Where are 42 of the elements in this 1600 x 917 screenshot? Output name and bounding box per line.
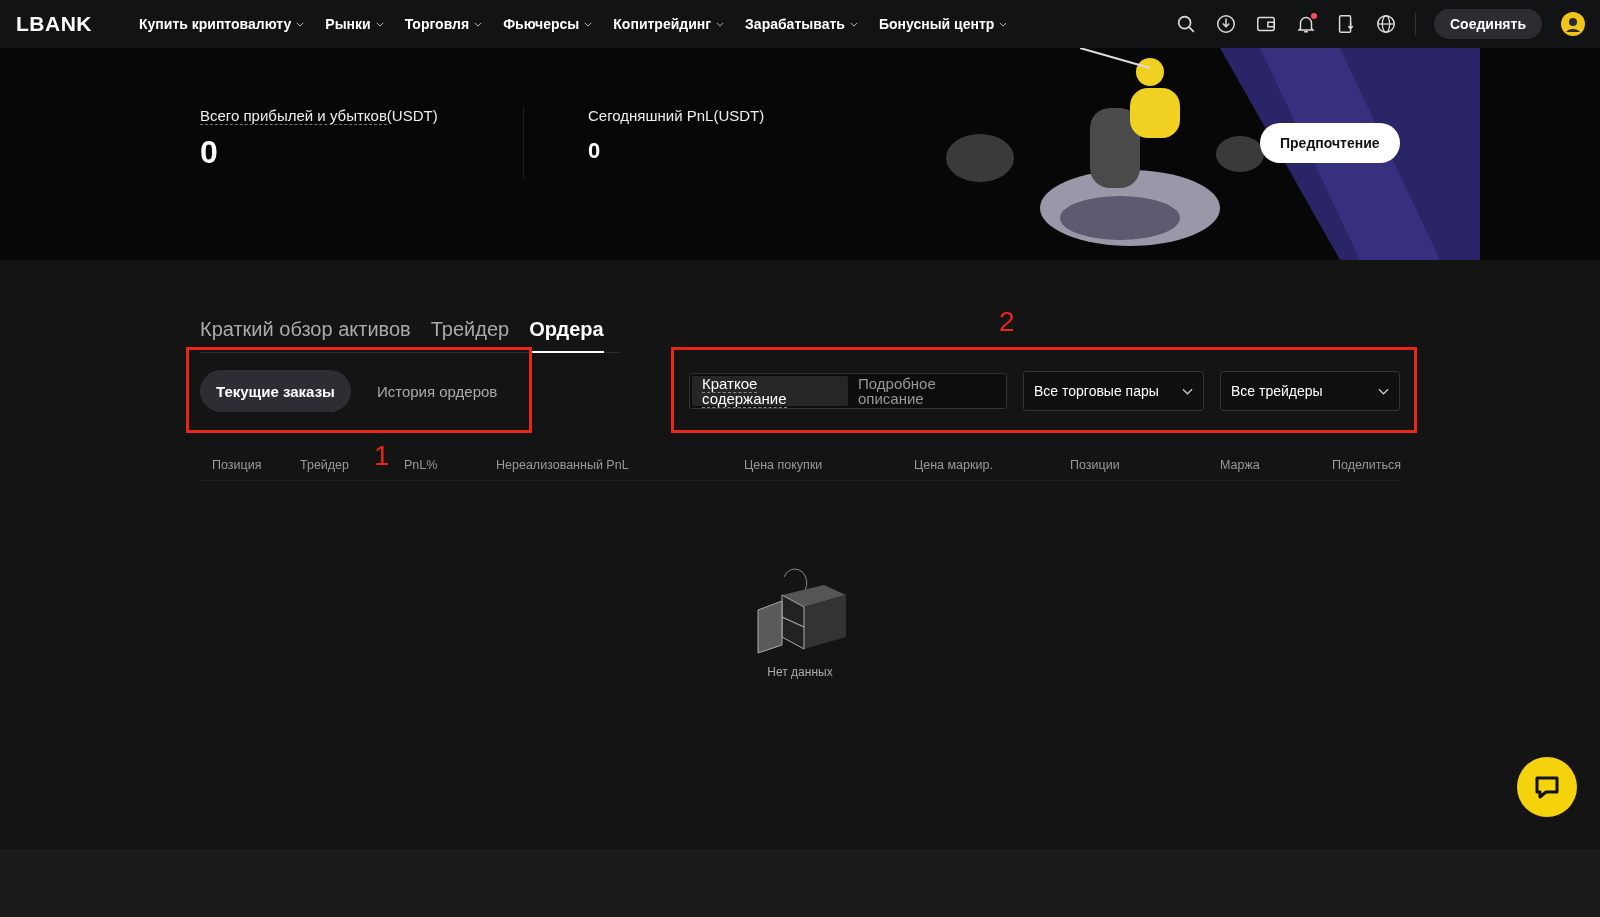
nav-menu-item[interactable]: Купить криптовалюту bbox=[139, 16, 305, 32]
filter-dropdown[interactable]: Все трейдеры bbox=[1220, 371, 1400, 411]
globe-icon[interactable] bbox=[1374, 13, 1397, 35]
nav-menu-item[interactable]: Копитрейдинг bbox=[613, 16, 725, 32]
view-toggle-option[interactable]: Подробное описание bbox=[848, 376, 1004, 406]
nav-menu-item[interactable]: Рынки bbox=[325, 16, 384, 32]
nav-menu-item[interactable]: Торговля bbox=[404, 16, 483, 32]
order-type-tab[interactable]: История ордеров bbox=[360, 370, 514, 412]
avatar-icon[interactable] bbox=[1560, 11, 1586, 37]
stat-label: Всего прибылей и убытков(USDT) bbox=[200, 107, 439, 124]
column-header: Позиция bbox=[212, 458, 263, 472]
chat-button[interactable] bbox=[1517, 757, 1577, 817]
caret-icon bbox=[1378, 387, 1389, 395]
download-icon[interactable] bbox=[1214, 13, 1237, 35]
column-header: Маржа bbox=[1220, 458, 1261, 472]
tab[interactable]: Краткий обзор активов bbox=[200, 318, 411, 353]
stat-label: Сегодняшний PnL(USDT) bbox=[588, 107, 766, 124]
annotation-number: 1 bbox=[374, 440, 390, 472]
annotation-number: 2 bbox=[999, 306, 1015, 338]
stat-value: 0 bbox=[588, 138, 602, 164]
column-header: PnL% bbox=[404, 458, 439, 472]
view-toggle-option[interactable]: Краткое содержание bbox=[692, 376, 848, 406]
empty-cabinet-icon bbox=[754, 565, 846, 655]
empty-state-text: Нет данных bbox=[767, 665, 833, 679]
nav-menu-item[interactable]: Фьючерсы bbox=[503, 16, 593, 32]
caret-icon bbox=[1182, 387, 1193, 395]
preference-button[interactable]: Предпочтение bbox=[1260, 123, 1400, 163]
logo[interactable]: LBANK bbox=[16, 12, 92, 36]
tab[interactable]: Трейдер bbox=[430, 318, 510, 353]
connect-button[interactable]: Соединять bbox=[1433, 9, 1542, 39]
column-header: Позиции bbox=[1070, 458, 1121, 472]
column-header: Трейдер bbox=[300, 458, 351, 472]
nav-menu-item[interactable]: Бонусный центр bbox=[878, 16, 1008, 32]
nav-menu-item[interactable]: Зарабатывать bbox=[745, 16, 858, 32]
filter-dropdown[interactable]: Все торговые пары bbox=[1023, 371, 1204, 411]
column-header: Поделиться bbox=[1332, 458, 1402, 472]
column-header: Цена покупки bbox=[744, 458, 824, 472]
column-header: Цена маркир. bbox=[914, 458, 994, 472]
stat-value: 0 bbox=[200, 134, 219, 171]
order-type-tab[interactable]: Текущие заказы bbox=[200, 370, 351, 412]
column-header: Нереализованный PnL bbox=[496, 458, 630, 472]
tab[interactable]: Ордера bbox=[529, 318, 604, 353]
